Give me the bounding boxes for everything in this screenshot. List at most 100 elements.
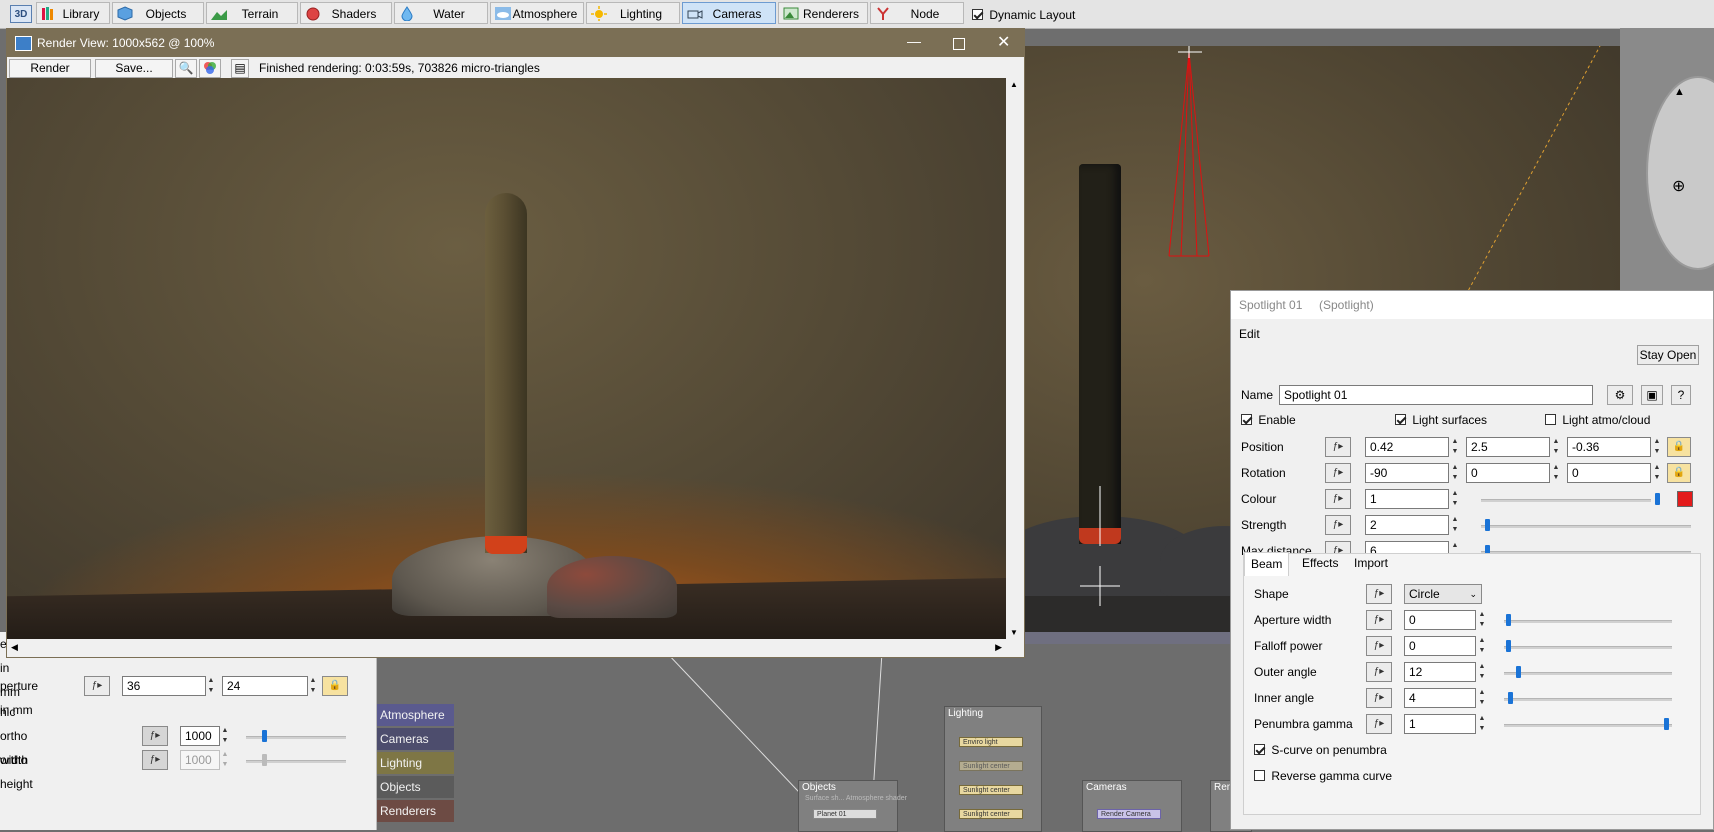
spin-arrows[interactable]: ▲▼ xyxy=(1652,463,1662,483)
toolbar-lighting-button[interactable]: Lighting xyxy=(586,2,680,24)
light-surfaces-checkbox[interactable]: Light surfaces xyxy=(1395,412,1487,427)
function-button[interactable]: ƒ▸ xyxy=(142,726,168,746)
spin-arrows[interactable]: ▲▼ xyxy=(1477,662,1487,682)
outer-angle-field[interactable]: 12 xyxy=(1404,662,1476,682)
zoom-icon[interactable]: 🔍 xyxy=(175,59,197,78)
spin-arrows[interactable]: ▲▼ xyxy=(1450,489,1460,509)
vertical-scrollbar[interactable]: ▲ ▼ xyxy=(1006,78,1024,639)
toolbar-renderers-button[interactable]: Renderers xyxy=(778,2,868,24)
shape-select[interactable]: Circle ⌄ xyxy=(1404,584,1482,604)
slider-thumb[interactable] xyxy=(1506,640,1511,652)
slider-thumb[interactable] xyxy=(1485,519,1490,531)
toolbar-atmosphere-button[interactable]: Atmosphere xyxy=(490,2,584,24)
slider-thumb[interactable] xyxy=(1655,493,1660,505)
scroll-left-icon[interactable]: ◀ xyxy=(11,642,18,653)
strength-field[interactable]: 2 xyxy=(1365,515,1449,535)
position-x-field[interactable]: 0.42 xyxy=(1365,437,1449,457)
spin-arrows[interactable]: ▲▼ xyxy=(1450,437,1460,457)
minimize-icon[interactable]: — xyxy=(907,33,921,49)
toolbar-cameras-button[interactable]: Cameras xyxy=(682,2,776,24)
spin-arrows[interactable]: ▲▼ xyxy=(1551,437,1561,457)
light-atmo-checkbox[interactable]: Light atmo/cloud xyxy=(1545,412,1650,427)
toolbar-objects-button[interactable]: Objects xyxy=(112,2,204,24)
3d-view-icon[interactable]: 3D xyxy=(10,5,32,23)
document-icon[interactable]: ▤ xyxy=(231,59,249,78)
checkbox-box[interactable] xyxy=(1254,770,1265,782)
toolbar-shaders-button[interactable]: Shaders xyxy=(300,2,392,24)
spin-arrows[interactable]: ▲▼ xyxy=(308,676,318,696)
spin-arrows[interactable]: ▲▼ xyxy=(1551,463,1561,483)
render-window-titlebar[interactable]: Render View: 1000x562 @ 100% — ✕ xyxy=(7,29,1024,57)
slider-thumb[interactable] xyxy=(262,754,267,766)
position-z-field[interactable]: -0.36 xyxy=(1567,437,1651,457)
node-render-camera[interactable]: Render Camera xyxy=(1097,809,1161,819)
color-channels-icon[interactable] xyxy=(199,59,221,78)
node-sunlight-center[interactable]: Sunlight center xyxy=(959,761,1023,771)
function-button[interactable]: ƒ▸ xyxy=(1366,714,1392,734)
spin-arrows[interactable]: ▲▼ xyxy=(1652,437,1662,457)
node-planet[interactable]: Planet 01 xyxy=(813,809,877,819)
colour-slider[interactable] xyxy=(1481,499,1651,502)
spin-arrows[interactable]: ▲▼ xyxy=(220,750,230,770)
rotation-y-field[interactable]: 0 xyxy=(1466,463,1550,483)
colour-value-field[interactable]: 1 xyxy=(1365,489,1449,509)
function-button[interactable]: ƒ▸ xyxy=(1325,437,1351,457)
render-output-image[interactable] xyxy=(7,78,1006,639)
function-button[interactable]: ƒ▸ xyxy=(142,750,168,770)
function-button[interactable]: ƒ▸ xyxy=(1366,584,1392,604)
function-button[interactable]: ƒ▸ xyxy=(1325,515,1351,535)
tab-import[interactable]: Import xyxy=(1348,552,1394,576)
function-button[interactable]: ƒ▸ xyxy=(1366,662,1392,682)
dynamic-layout-checkbox[interactable]: Dynamic Layout xyxy=(972,7,1075,22)
falloff-power-field[interactable]: 0 xyxy=(1404,636,1476,656)
function-button[interactable]: ƒ▸ xyxy=(84,676,110,696)
spin-arrows[interactable]: ▲▼ xyxy=(1477,688,1487,708)
spotlight-dialog-title[interactable]: Spotlight 01 (Spotlight) xyxy=(1231,291,1713,319)
colour-swatch[interactable] xyxy=(1677,491,1693,507)
aperture-width-field[interactable]: 0 xyxy=(1404,610,1476,630)
node-sunlight-center[interactable]: Sunlight center xyxy=(959,785,1023,795)
function-button[interactable]: ƒ▸ xyxy=(1366,636,1392,656)
tab-beam[interactable]: Beam xyxy=(1244,552,1290,576)
horizontal-scrollbar[interactable]: ◀ ▶ xyxy=(7,639,1006,657)
function-button[interactable]: ƒ▸ xyxy=(1366,688,1392,708)
reverse-gamma-checkbox[interactable]: Reverse gamma curve xyxy=(1254,768,1392,783)
node-sunlight-center[interactable]: Sunlight center xyxy=(959,809,1023,819)
toolbar-water-button[interactable]: Water xyxy=(394,2,488,24)
s-curve-checkbox[interactable]: S-curve on penumbra xyxy=(1254,742,1387,757)
toolbar-node-network-button[interactable]: Node Network xyxy=(870,2,964,43)
checkbox-box[interactable] xyxy=(1254,744,1265,756)
function-button[interactable]: ƒ▸ xyxy=(1366,610,1392,630)
tab-effects[interactable]: Effects xyxy=(1296,552,1344,576)
checkbox-box[interactable] xyxy=(972,9,983,21)
render-view-window[interactable]: Render View: 1000x562 @ 100% — ✕ Render … xyxy=(6,28,1025,658)
node-group-lighting[interactable]: Lighting Enviro light Sunlight center Su… xyxy=(944,706,1042,832)
slider-thumb[interactable] xyxy=(1506,614,1511,626)
slider-thumb[interactable] xyxy=(1516,666,1521,678)
ortho-height-field[interactable]: 1000 xyxy=(180,750,220,770)
spin-arrows[interactable]: ▲▼ xyxy=(1477,610,1487,630)
function-button[interactable]: ƒ▸ xyxy=(1325,489,1351,509)
scroll-down-icon[interactable]: ▼ xyxy=(1010,628,1018,637)
node-group-cameras[interactable]: Cameras Render Camera xyxy=(1082,780,1182,832)
gear-icon[interactable]: ⚙ xyxy=(1607,385,1633,405)
toolbar-library-button[interactable]: Library xyxy=(36,2,110,24)
spin-arrows[interactable]: ▲▼ xyxy=(220,726,230,746)
spin-arrows[interactable]: ▲▼ xyxy=(1450,463,1460,483)
checkbox-box[interactable] xyxy=(1241,414,1252,426)
slider-thumb[interactable] xyxy=(1508,692,1513,704)
outer-angle-slider[interactable] xyxy=(1504,672,1672,675)
ortho-width-slider[interactable] xyxy=(246,736,346,739)
penumbra-gamma-field[interactable]: 1 xyxy=(1404,714,1476,734)
aperture-height-field[interactable]: 24 xyxy=(222,676,308,696)
spin-arrows[interactable]: ▲▼ xyxy=(1450,515,1460,535)
strength-slider[interactable] xyxy=(1481,525,1691,528)
stay-open-button[interactable]: Stay Open xyxy=(1637,345,1699,365)
inner-angle-field[interactable]: 4 xyxy=(1404,688,1476,708)
enable-checkbox[interactable]: Enable xyxy=(1241,412,1296,427)
rotate-up-icon[interactable]: ▲ xyxy=(1674,86,1685,98)
help-icon[interactable]: ? xyxy=(1671,385,1691,405)
falloff-power-slider[interactable] xyxy=(1504,646,1672,649)
save-button[interactable]: Save... xyxy=(95,59,173,78)
rotation-z-field[interactable]: 0 xyxy=(1567,463,1651,483)
